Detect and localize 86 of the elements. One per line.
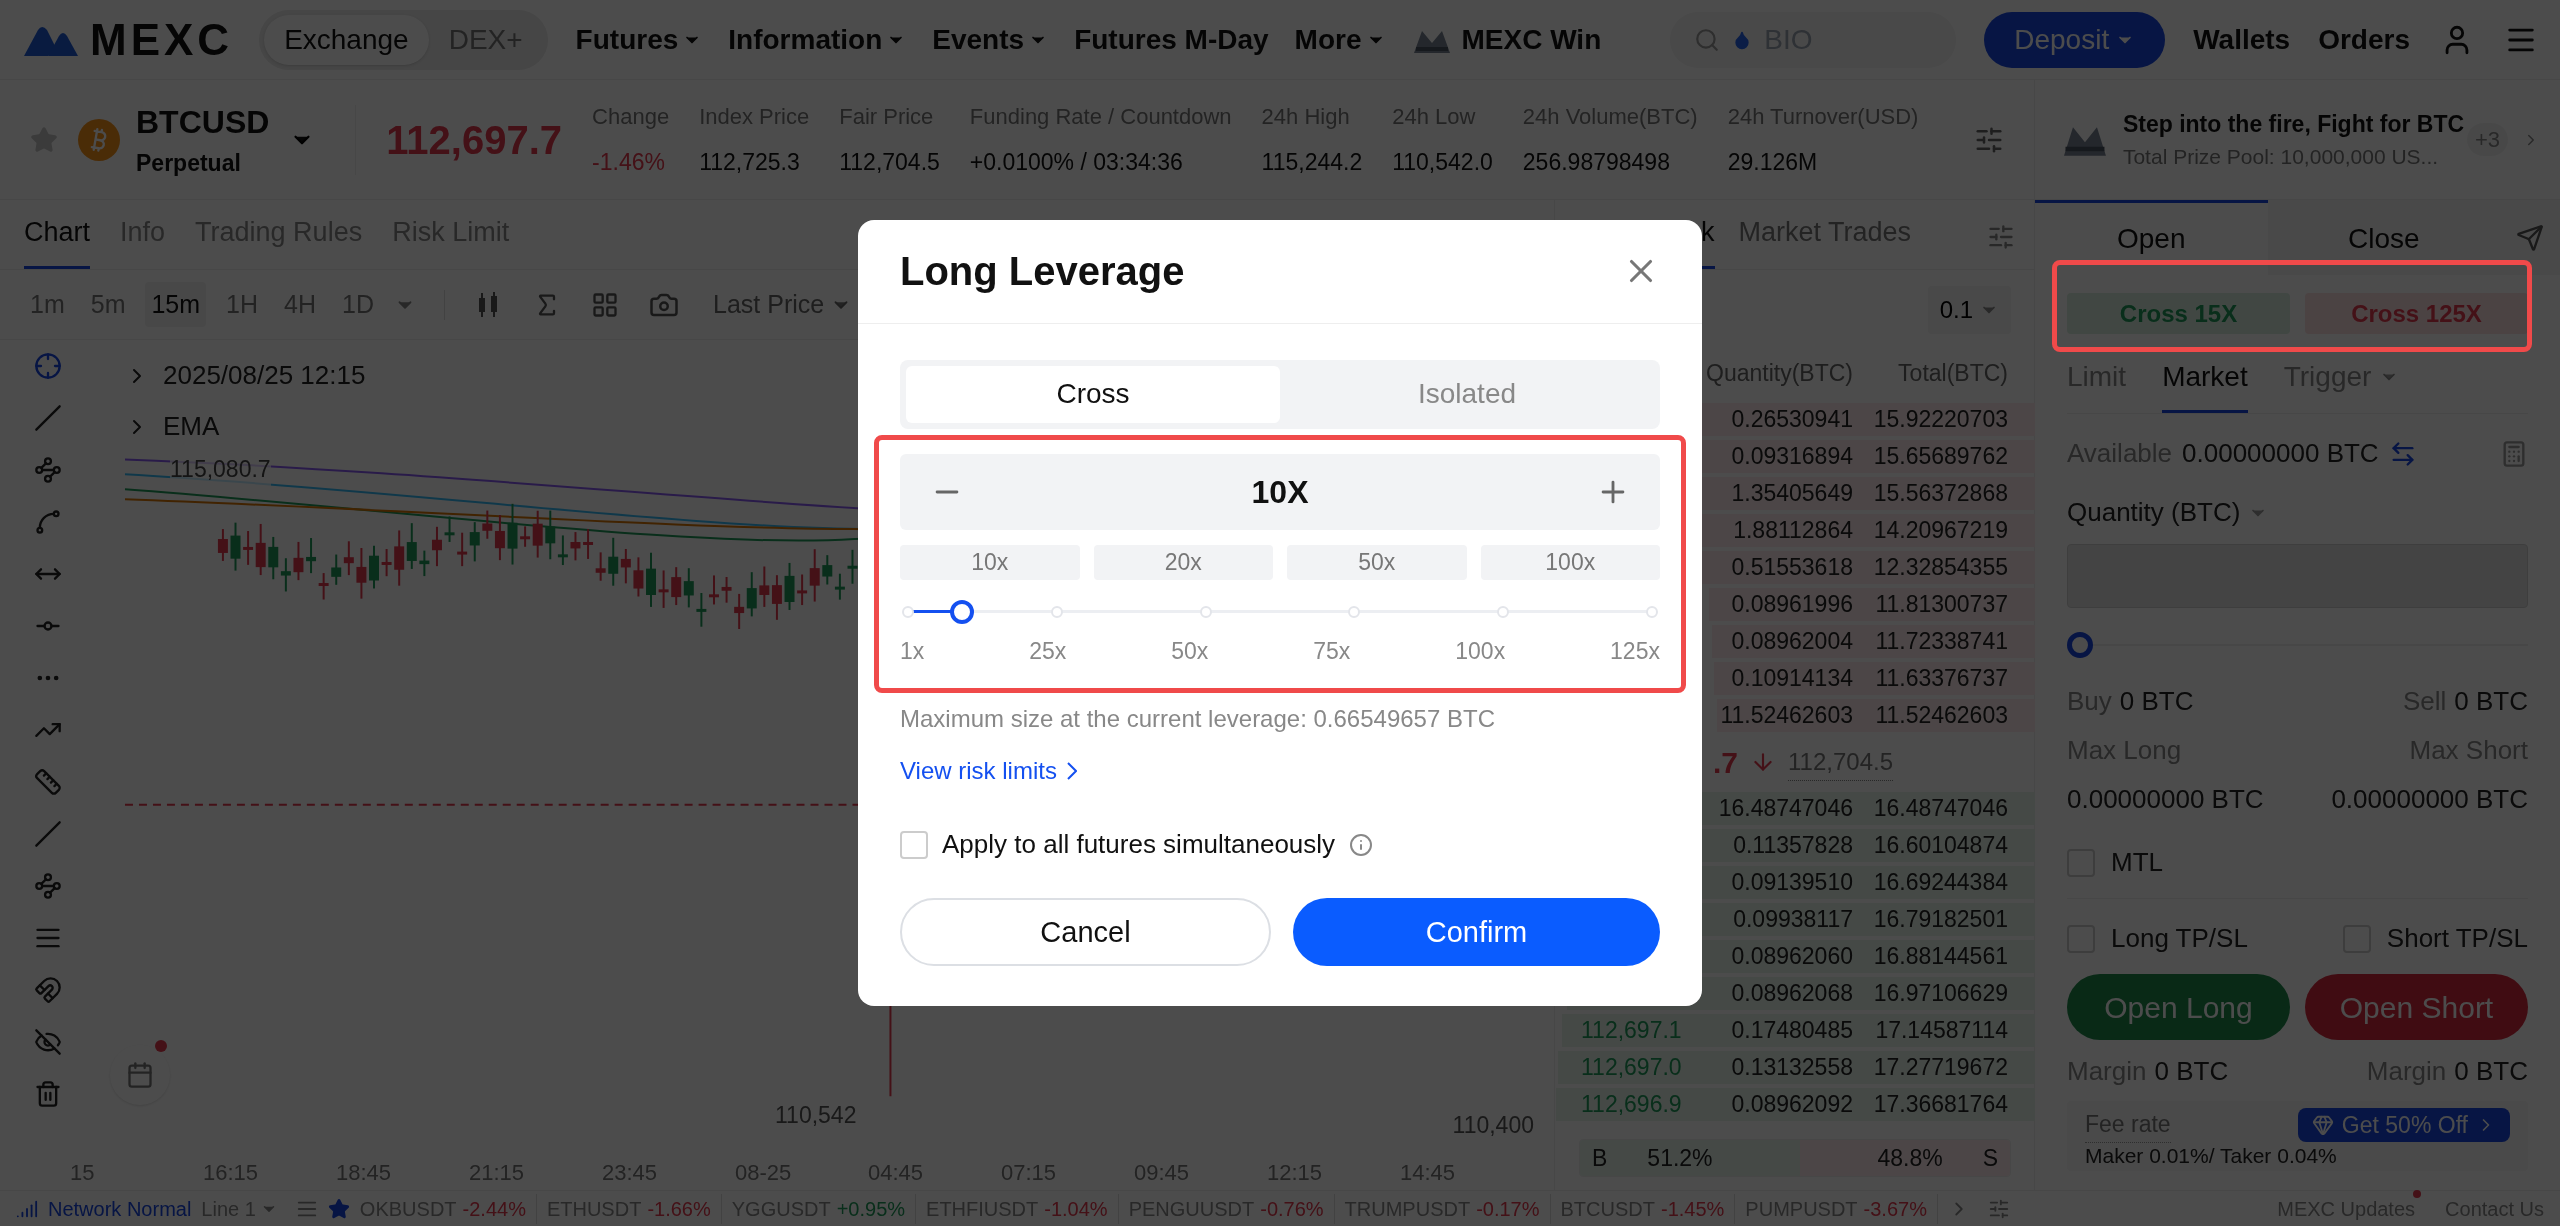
- checkbox-label: MTL: [2111, 846, 2163, 879]
- margin-mode-tab[interactable]: Isolated: [1280, 365, 1654, 423]
- mid-price: .7: [1713, 744, 1739, 781]
- leverage-preset-button[interactable]: 50x: [1287, 544, 1467, 580]
- total-cell-text: 12.32854355: [1872, 553, 2008, 583]
- stat-value: +0.0100% / 03:34:36: [969, 147, 1184, 177]
- quantity-cell-text: 0.09316894: [1730, 442, 1853, 472]
- margin-value: 0 BTC: [2154, 1055, 2229, 1088]
- slider-tick-label: 75x: [1313, 636, 1351, 666]
- total-cell-text: 16.97106629: [1872, 979, 2008, 1009]
- stat-value: 112,704.5: [839, 147, 940, 177]
- checkbox-label: Long TP/SL: [2111, 922, 2248, 955]
- stat-value: 256.98798498: [1522, 147, 1671, 177]
- network-status: Network Normal: [48, 1196, 192, 1222]
- total-cell-text: 17.14587114: [1874, 1016, 2008, 1046]
- checkbox-label: Short TP/SL: [2386, 922, 2528, 955]
- stat-value: -1.46%: [592, 147, 666, 177]
- quantity-cell-text: 0.51553618: [1730, 553, 1853, 583]
- quantity-cell-text: 0.17480485: [1730, 1016, 1853, 1046]
- quantity-cell-text: 11.52462603: [1719, 701, 1853, 731]
- available-value: 0.00000000 BTC: [2182, 437, 2379, 470]
- buy-label: B: [1592, 1143, 1608, 1173]
- contract-type: Perpetual: [136, 149, 242, 179]
- total-cell-text: 11.52462603: [1874, 701, 2008, 731]
- total-cell-text: 16.69244384: [1872, 868, 2008, 898]
- slider-tick-label: 125x: [1610, 636, 1660, 666]
- quantity-cell-text: 1.88112864: [1732, 516, 1853, 546]
- buy-ratio: 51.2%: [1647, 1143, 1713, 1173]
- quantity-cell-text: 0.08962068: [1730, 979, 1853, 1009]
- quantity-cell-text: 0.13132558: [1730, 1053, 1853, 1083]
- quantity-cell-text: 0.08962004: [1730, 627, 1853, 657]
- total-cell-text: 16.60104874: [1872, 831, 2008, 861]
- cancel-button[interactable]: Cancel: [900, 898, 1271, 967]
- stat-value: 112,725.3: [699, 147, 801, 177]
- leverage-value: 10X: [1250, 472, 1310, 512]
- stat-value: 110,542.0: [1392, 147, 1493, 177]
- total-cell-text: 17.36681764: [1872, 1090, 2008, 1120]
- total-cell-text: 15.56372868: [1872, 479, 2008, 509]
- total-cell-text: 11.81300737: [1874, 590, 2008, 620]
- max-short-value: 0.00000000 BTC: [2331, 783, 2528, 816]
- total-cell-text: 15.92220703: [1872, 405, 2008, 435]
- price-cell: 112,696.9: [1581, 1091, 1682, 1118]
- slider-tick-label: 100x: [1455, 636, 1506, 666]
- quantity-cell-text: 0.08962092: [1730, 1090, 1853, 1120]
- slider-tick-label: 1x: [900, 636, 925, 666]
- price-cell: 112,697.0: [1581, 1054, 1682, 1081]
- margin-value: 0 BTC: [2454, 1055, 2528, 1088]
- slider-tick-label: 25x: [1029, 636, 1067, 666]
- total-cell-text: 15.65689762: [1872, 442, 2008, 472]
- fee-rates: Maker 0.01%/ Taker 0.04%: [2085, 1142, 2338, 1169]
- slider-tick-label: 50x: [1171, 636, 1209, 666]
- sell-label: S: [1982, 1143, 1998, 1173]
- price-cell: 112,697.1: [1581, 1017, 1682, 1044]
- total-cell-text: 16.48747046: [1872, 794, 2008, 824]
- max-long-value: 0.00000000 BTC: [2067, 783, 2264, 816]
- total-cell-text: 11.63376737: [1874, 664, 2008, 694]
- quantity-cell-text: 0.11357828: [1732, 831, 1853, 861]
- stat-value: 115,244.2: [1261, 147, 1363, 177]
- quantity-cell-text: 0.08962060: [1730, 942, 1853, 972]
- total-cell-text: 11.72338741: [1874, 627, 2008, 657]
- leverage-preset-button[interactable]: 20x: [1093, 544, 1273, 580]
- stat-value: 29.126M: [1727, 147, 1819, 177]
- risk-limits-link[interactable]: View risk limits: [900, 753, 1660, 790]
- leverage-preset-button[interactable]: 10x: [900, 544, 1080, 580]
- quantity-cell-text: 0.09938117: [1732, 905, 1853, 935]
- total-cell-text: 14.20967219: [1872, 516, 2008, 546]
- max-size-note: Maximum size at the current leverage: 0.66549657 BTC: [900, 704, 1496, 735]
- total-cell-text: 16.79182501: [1872, 905, 2008, 935]
- total-cell-text: 17.27719672: [1872, 1053, 2008, 1083]
- sell-ratio: 48.8%: [1877, 1143, 1943, 1173]
- quantity-cell-text: 0.09139510: [1730, 868, 1853, 898]
- confirm-button[interactable]: Confirm: [1293, 898, 1660, 967]
- logo-text: MEXC: [90, 13, 234, 66]
- quantity-cell-text: 1.35405649: [1730, 479, 1853, 509]
- quantity-cell-text: 0.08961996: [1730, 590, 1853, 620]
- total-cell-text: 16.88144561: [1872, 942, 2008, 972]
- sell-value: 0 BTC: [2454, 685, 2528, 718]
- buy-value: 0 BTC: [2119, 685, 2194, 718]
- quantity-cell-text: 0.26530941: [1730, 405, 1853, 435]
- last-price: 112,697.7: [386, 116, 563, 164]
- quantity-cell-text: 0.10914134: [1730, 664, 1853, 694]
- quantity-cell-text: 16.48747046: [1717, 794, 1853, 824]
- margin-mode-tab[interactable]: Cross: [906, 365, 1280, 423]
- leverage-preset-button[interactable]: 100x: [1480, 544, 1660, 580]
- checkbox-label: Apply to all futures simultaneously: [942, 828, 1336, 862]
- dialog-title: Long Leverage: [900, 248, 1185, 296]
